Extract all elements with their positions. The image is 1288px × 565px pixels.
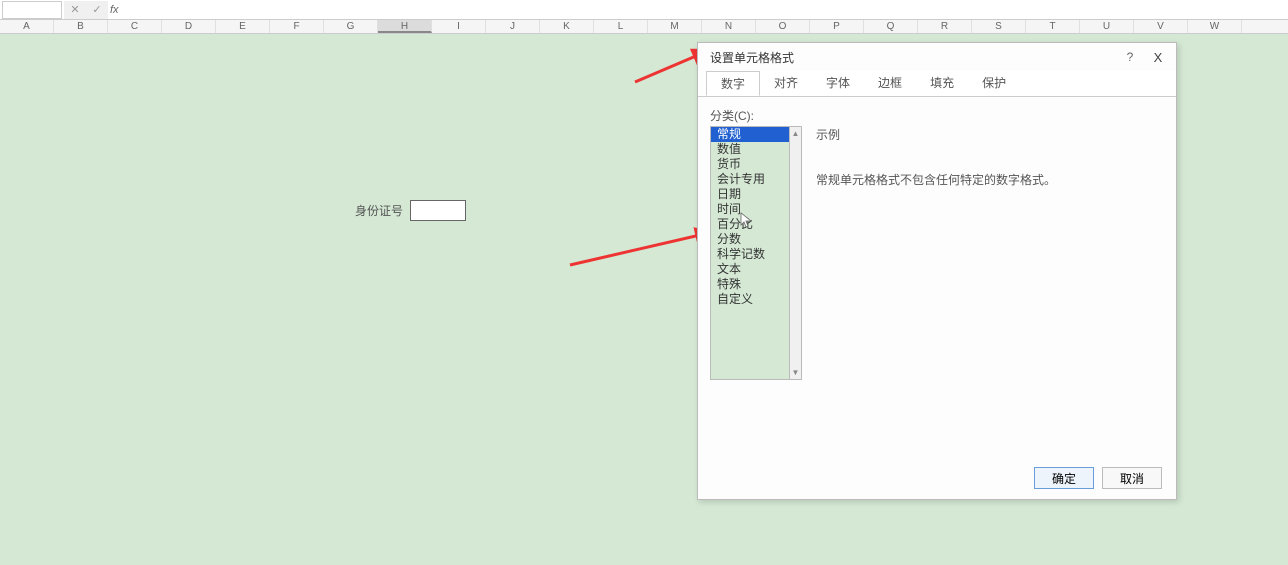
col-header[interactable]: V <box>1134 20 1188 33</box>
col-header-active[interactable]: H <box>378 20 432 33</box>
col-header[interactable]: K <box>540 20 594 33</box>
col-header[interactable]: D <box>162 20 216 33</box>
selected-cell[interactable] <box>410 200 466 221</box>
category-item[interactable]: 常规 <box>711 127 789 142</box>
col-header[interactable]: U <box>1080 20 1134 33</box>
column-headers: A B C D E F G H I J K L M N O P Q R S T … <box>0 20 1288 34</box>
col-header[interactable]: E <box>216 20 270 33</box>
category-item[interactable]: 数值 <box>711 142 789 157</box>
col-header[interactable]: M <box>648 20 702 33</box>
fx-icon[interactable]: fx <box>110 4 119 16</box>
category-item[interactable]: 会计专用 <box>711 172 789 187</box>
dialog-title: 设置单元格格式 <box>710 49 1116 66</box>
tab-protection[interactable]: 保护 <box>968 71 1020 96</box>
category-item[interactable]: 货币 <box>711 157 789 172</box>
format-cells-dialog: 设置单元格格式 ? X 数字 对齐 字体 边框 填充 保护 分类(C): 常规 … <box>697 42 1177 500</box>
category-item[interactable]: 文本 <box>711 262 789 277</box>
category-label: 分类(C): <box>710 107 1164 124</box>
category-item[interactable]: 分数 <box>711 232 789 247</box>
col-header[interactable]: S <box>972 20 1026 33</box>
sample-label: 示例 <box>816 126 1164 143</box>
tab-fill[interactable]: 填充 <box>916 71 968 96</box>
col-header[interactable]: C <box>108 20 162 33</box>
tab-alignment[interactable]: 对齐 <box>760 71 812 96</box>
category-item[interactable]: 特殊 <box>711 277 789 292</box>
dialog-body: 分类(C): 常规 数值 货币 会计专用 日期 时间 百分比 分数 科学记数 文… <box>698 97 1176 499</box>
category-description: 常规单元格格式不包含任何特定的数字格式。 <box>816 171 1164 188</box>
col-header[interactable]: O <box>756 20 810 33</box>
scroll-down-icon[interactable]: ▼ <box>792 368 800 377</box>
dialog-tabs: 数字 对齐 字体 边框 填充 保护 <box>698 71 1176 97</box>
category-item[interactable]: 科学记数 <box>711 247 789 262</box>
col-header[interactable]: G <box>324 20 378 33</box>
formula-input[interactable] <box>123 1 1288 19</box>
ok-button[interactable]: 确定 <box>1034 467 1094 489</box>
col-header[interactable]: P <box>810 20 864 33</box>
tab-border[interactable]: 边框 <box>864 71 916 96</box>
cancel-formula-button[interactable]: ✕ <box>64 1 86 19</box>
col-header[interactable]: Q <box>864 20 918 33</box>
col-header[interactable]: N <box>702 20 756 33</box>
cursor-icon <box>740 212 754 230</box>
col-header[interactable]: F <box>270 20 324 33</box>
close-icon[interactable]: X <box>1144 50 1172 65</box>
dialog-titlebar[interactable]: 设置单元格格式 ? X <box>698 43 1176 71</box>
cell-label: 身份证号 <box>355 202 403 219</box>
col-header[interactable]: J <box>486 20 540 33</box>
col-header[interactable]: I <box>432 20 486 33</box>
scrollbar[interactable]: ▲ ▼ <box>790 126 802 380</box>
tab-font[interactable]: 字体 <box>812 71 864 96</box>
cancel-button[interactable]: 取消 <box>1102 467 1162 489</box>
dialog-footer: 确定 取消 <box>1034 467 1162 489</box>
category-item[interactable]: 日期 <box>711 187 789 202</box>
sample-pane: 示例 常规单元格格式不包含任何特定的数字格式。 <box>810 126 1164 380</box>
tab-number[interactable]: 数字 <box>706 71 760 96</box>
col-header[interactable]: L <box>594 20 648 33</box>
category-item[interactable]: 自定义 <box>711 292 789 307</box>
col-header[interactable]: B <box>54 20 108 33</box>
formula-bar: ✕ ✓ fx <box>0 0 1288 20</box>
category-list[interactable]: 常规 数值 货币 会计专用 日期 时间 百分比 分数 科学记数 文本 特殊 自定… <box>710 126 790 380</box>
col-header[interactable]: R <box>918 20 972 33</box>
col-header[interactable]: A <box>0 20 54 33</box>
confirm-formula-button[interactable]: ✓ <box>86 1 108 19</box>
scroll-up-icon[interactable]: ▲ <box>792 129 800 138</box>
name-box[interactable] <box>2 1 62 19</box>
col-header[interactable]: T <box>1026 20 1080 33</box>
help-icon[interactable]: ? <box>1116 50 1144 64</box>
col-header[interactable]: W <box>1188 20 1242 33</box>
